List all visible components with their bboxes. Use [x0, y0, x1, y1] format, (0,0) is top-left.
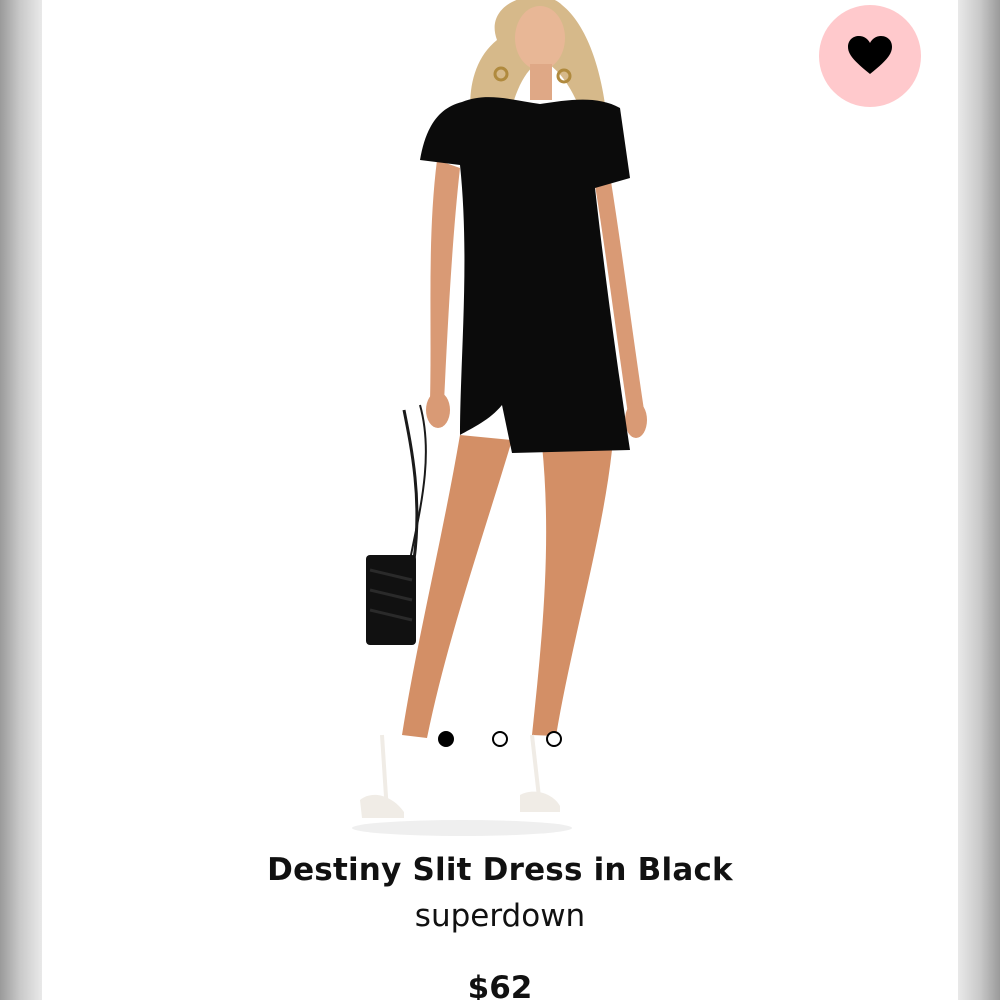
screen: Destiny Slit Dress in Black superdown $6…: [0, 0, 1000, 1000]
product-brand[interactable]: superdown: [42, 898, 958, 934]
product-card: Destiny Slit Dress in Black superdown $6…: [42, 0, 958, 1000]
favorite-button[interactable]: [819, 5, 921, 107]
product-photo[interactable]: [42, 0, 958, 840]
carousel-dot-2[interactable]: [492, 731, 508, 747]
carousel-dot-1[interactable]: [438, 731, 454, 747]
product-title: Destiny Slit Dress in Black: [267, 852, 733, 888]
carousel-dot-3[interactable]: [546, 731, 562, 747]
carousel-indicator: [42, 731, 958, 753]
product-price: $62: [467, 970, 533, 1000]
heart-icon: [848, 36, 892, 74]
